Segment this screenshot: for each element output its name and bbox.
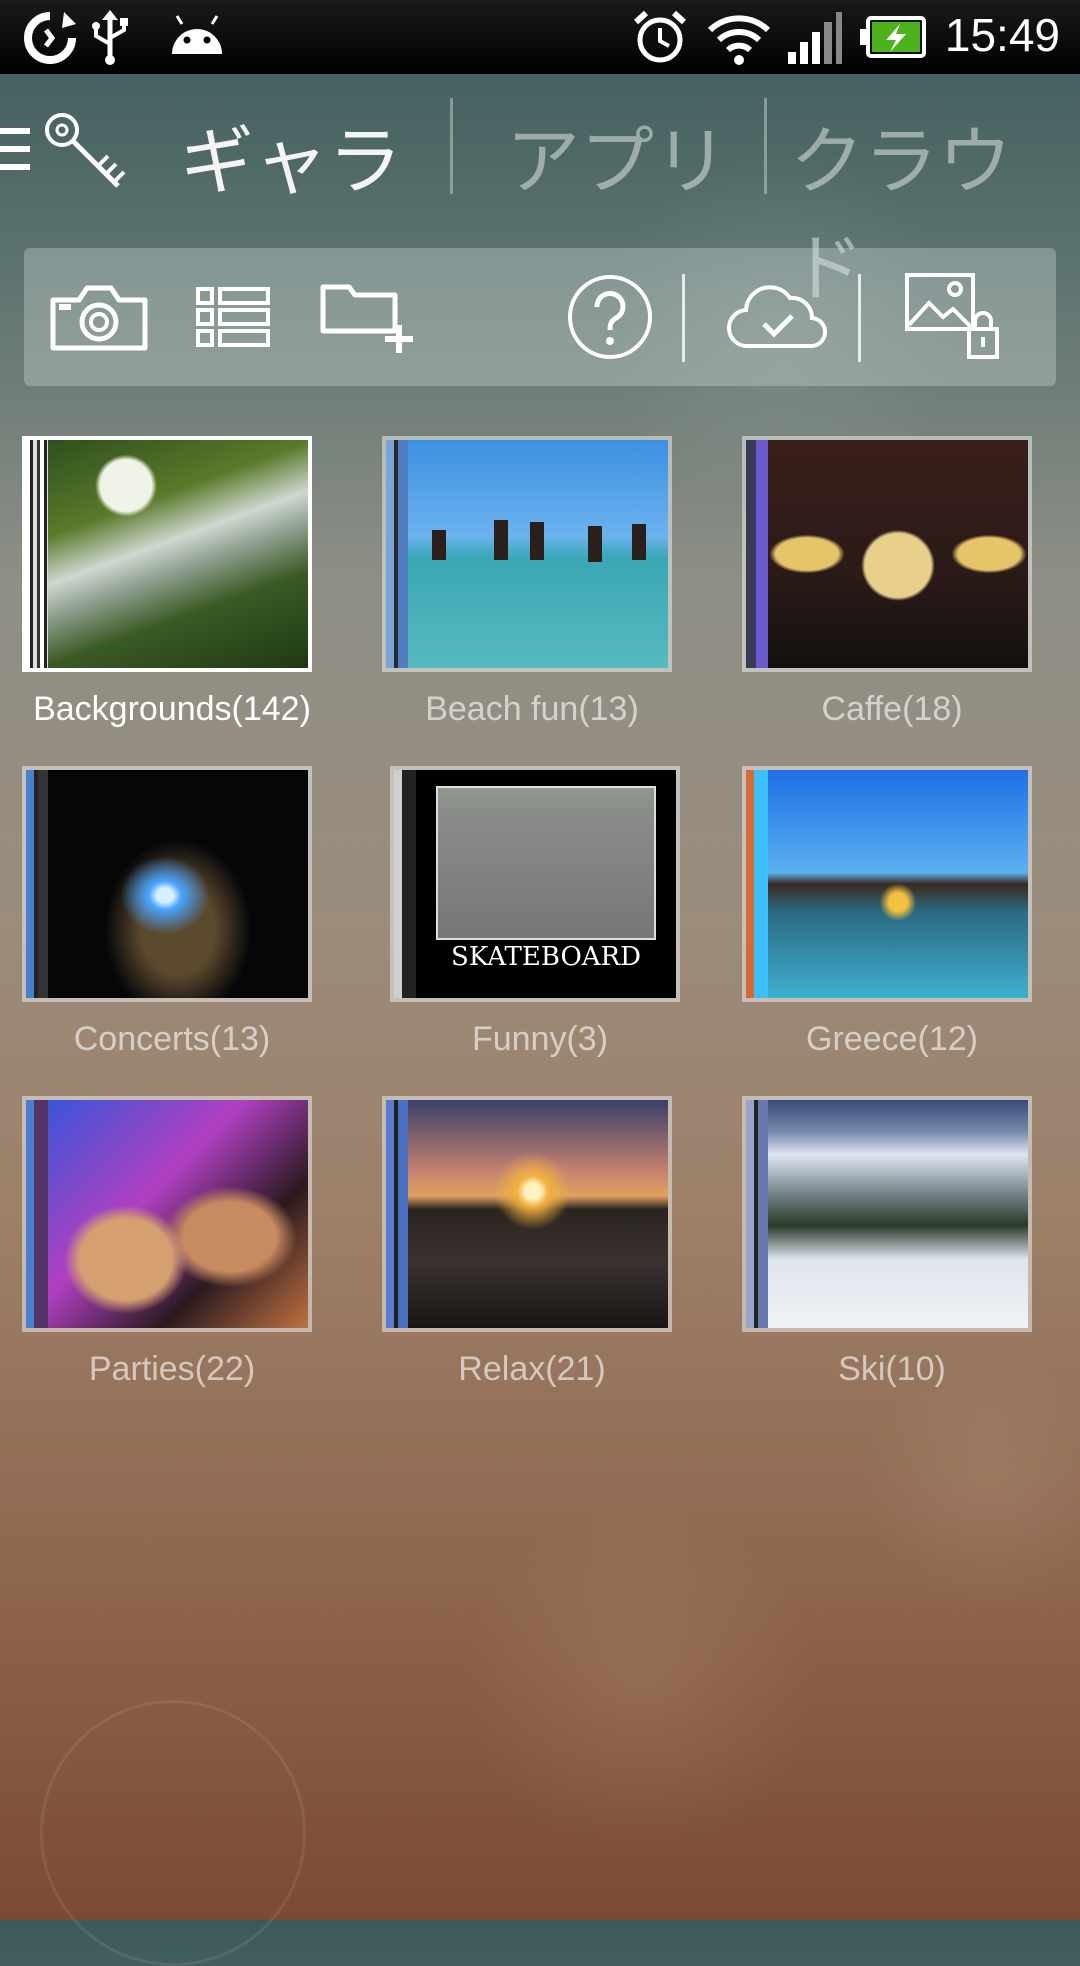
- album-thumbnail: SKATEBOARD: [390, 766, 680, 1002]
- add-folder-button[interactable]: [314, 248, 424, 386]
- locked-image-icon: [905, 273, 999, 359]
- album-label: Funny(3): [471, 1020, 609, 1058]
- camera-button[interactable]: [44, 248, 154, 386]
- album-thumbnail: [382, 436, 672, 672]
- tab-gallery[interactable]: ギャラ: [180, 102, 402, 209]
- album-thumbnail: [22, 436, 312, 672]
- party-photo: [48, 1100, 308, 1328]
- sunset-photo: [408, 1100, 668, 1328]
- locked-gallery-button[interactable]: [900, 248, 1010, 386]
- tab-bar: ギャラ アプリ クラウド: [0, 74, 1080, 312]
- help-icon: [568, 275, 652, 359]
- cloud-sync-icon: [726, 285, 828, 349]
- tab-divider: [450, 98, 453, 194]
- waterfall-photo: [48, 440, 308, 668]
- album-label: Caffe(18): [821, 690, 963, 728]
- skateboard-photo: SKATEBOARD: [416, 770, 676, 998]
- tab-apps[interactable]: アプリ: [506, 102, 728, 209]
- android-icon: [168, 14, 226, 62]
- album-label: Greece(12): [806, 1020, 978, 1058]
- list-view-button[interactable]: [188, 248, 278, 386]
- greece-photo: [768, 770, 1028, 998]
- album-label: Beach fun(13): [425, 690, 639, 728]
- key-icon[interactable]: [42, 110, 128, 200]
- album-thumbnail: [742, 1096, 1032, 1332]
- poster-caption: SKATEBOARD: [451, 942, 641, 972]
- album-thumbnail: [22, 1096, 312, 1332]
- album-thumbnail: [22, 766, 312, 1002]
- album-label: Ski(10): [838, 1350, 946, 1388]
- usb-icon: [88, 10, 132, 70]
- menu-icon[interactable]: [0, 126, 30, 176]
- album-label: Backgrounds(142): [33, 690, 311, 728]
- wifi-icon: [706, 10, 772, 70]
- cafe-photo: [768, 440, 1028, 668]
- action-toolbar: [24, 248, 1056, 386]
- cloud-sync-button[interactable]: [718, 248, 838, 386]
- album-label: Concerts(13): [73, 1020, 271, 1058]
- album-thumbnail: [742, 766, 1032, 1002]
- status-time: 15:49: [944, 9, 1060, 61]
- list-view-icon: [196, 287, 270, 347]
- status-bar: 15:49: [0, 0, 1080, 74]
- beach-photo: [408, 440, 668, 668]
- signal-icon: [786, 10, 842, 70]
- concert-photo: [48, 770, 308, 998]
- album-label: Parties(22): [88, 1350, 256, 1388]
- sync-icon: [22, 10, 78, 70]
- album-thumbnail: [382, 1096, 672, 1332]
- camera-icon: [50, 285, 148, 351]
- toolbar-divider: [858, 274, 861, 362]
- album-label: Relax(21): [458, 1350, 606, 1388]
- album-thumbnail: [742, 436, 1032, 672]
- alarm-icon: [632, 10, 688, 70]
- add-folder-icon: [320, 284, 413, 353]
- toolbar-divider: [682, 274, 685, 362]
- tab-divider: [764, 98, 767, 194]
- help-button[interactable]: [560, 248, 660, 386]
- battery-charging-icon: [860, 16, 926, 62]
- ski-photo: [768, 1100, 1028, 1328]
